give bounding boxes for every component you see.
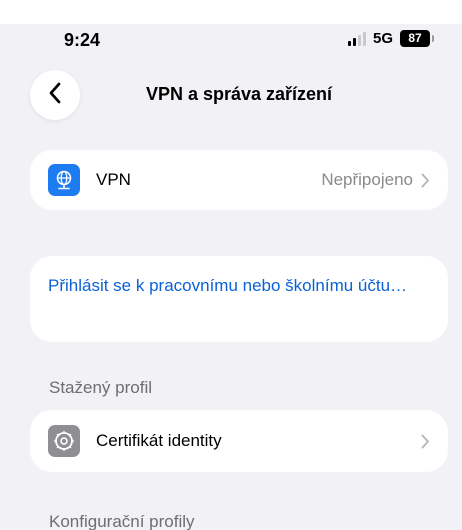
battery-icon: 87	[400, 30, 435, 47]
downloaded-profile-card: Certifikát identity	[30, 410, 448, 472]
status-time: 9:24	[64, 30, 101, 50]
vpn-label: VPN	[96, 170, 131, 189]
page-title: VPN a správa zařízení	[145, 84, 333, 104]
certificate-row[interactable]: Certifikát identity	[30, 410, 448, 472]
gear-icon	[48, 425, 80, 457]
status-indicators: 5G 87	[348, 30, 435, 47]
signal-icon	[348, 31, 366, 46]
work-account-card: Přihlásit se k pracovnímu nebo školnímu …	[30, 256, 448, 342]
vpn-status: Nepřipojeno	[321, 170, 413, 189]
chevron-right-icon	[421, 173, 430, 188]
network-type: 5G	[373, 30, 394, 47]
sign-in-work-account-link[interactable]: Přihlásit se k pracovnímu nebo školnímu …	[30, 256, 448, 316]
section-header-downloaded-profile: Stažený profil	[49, 378, 152, 397]
globe-icon	[48, 164, 80, 196]
vpn-row[interactable]: VPN Nepřipojeno	[30, 150, 448, 210]
settings-screen: 9:24 5G 87 VPN a správa zařízení VPN Nep…	[0, 0, 462, 530]
certificate-label: Certifikát identity	[96, 431, 222, 450]
vpn-card: VPN Nepřipojeno	[30, 150, 448, 210]
chevron-right-icon	[421, 434, 430, 449]
section-header-config-profiles: Konfigurační profily	[49, 512, 195, 530]
